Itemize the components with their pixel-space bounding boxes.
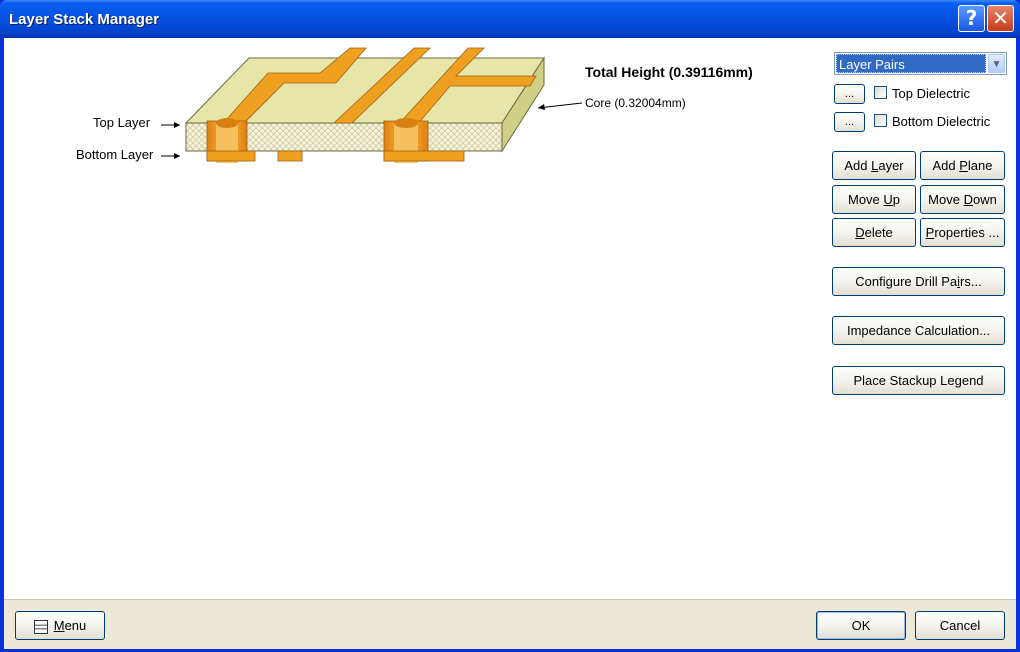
add-layer-button[interactable]: Add Layer [832,151,916,180]
bottom-pad-1 [206,150,256,162]
core-label: Core (0.32004mm) [585,96,686,110]
dialog-footer: Menu OK Cancel [4,599,1016,649]
layer-pairs-selected: Layer Pairs [836,54,986,73]
properties-text-rest: roperties ... [934,225,1000,240]
add-layer-text-rest: ayer [878,158,904,173]
properties-accel: P [925,225,935,240]
add-plane-button[interactable]: Add Plane [920,151,1005,180]
add-layer-text: Add [844,158,872,173]
chevron-down-icon[interactable]: ▼ [988,54,1005,73]
move-down-button[interactable]: Move Down [920,185,1005,214]
move-down-text: Move [928,192,964,207]
bottom-dielectric-checkbox[interactable] [874,114,887,127]
top-dielectric-label: Top Dielectric [892,86,971,101]
top-dielectric-checkbox[interactable] [874,86,887,99]
impedance-calculation-button[interactable]: Impedance Calculation... [832,316,1005,345]
add-plane-text-rest: lane [967,158,993,173]
ok-button[interactable]: OK [816,611,906,640]
total-height-label: Total Height (0.39116mm) [585,64,753,80]
core-arrow [537,102,583,109]
top-layer-arrowhead [174,122,180,128]
cancel-button[interactable]: Cancel [915,611,1005,640]
help-icon[interactable]: ? [958,5,985,32]
top-layer-label: Top Layer [93,115,151,130]
place-stackup-legend-button[interactable]: Place Stackup Legend [832,366,1005,395]
top-dielectric-browse-button[interactable]: ... [834,84,865,104]
bottom-layer-label: Bottom Layer [76,147,154,162]
delete-text-rest: elete [864,225,893,240]
layer-stack-manager-window: Layer Stack Manager ? ✕ Total Height (0.… [0,0,1020,652]
move-up-text-rest: p [892,192,901,207]
core-arrowhead [538,104,545,110]
add-plane-text: Add [932,158,960,173]
move-up-accel: U [883,192,893,207]
layer-pairs-dropdown[interactable]: Layer Pairs ▼ [834,52,1007,75]
close-icon[interactable]: ✕ [987,5,1014,32]
title-bar[interactable]: Layer Stack Manager ? ✕ [0,0,1020,38]
menu-accel: M [53,618,65,633]
move-down-text-rest: own [972,192,997,207]
configure-drill-text-rest: rs... [960,274,982,289]
delete-button[interactable]: Delete [832,218,916,247]
configure-drill-text: Configure Drill Pa [855,274,958,289]
properties-button[interactable]: Properties ... [920,218,1005,247]
bottom-pad-3 [383,150,465,162]
dialog-body: Total Height (0.39116mm) Core (0.32004mm… [4,38,1016,599]
menu-label: enu [64,618,87,633]
move-up-button[interactable]: Move Up [832,185,916,214]
move-down-accel: D [963,192,973,207]
menu-button[interactable]: Menu [15,611,105,640]
window-title: Layer Stack Manager [9,11,160,28]
add-plane-accel: P [959,158,968,173]
bottom-dielectric-browse-button[interactable]: ... [834,112,865,132]
delete-accel: D [855,225,865,240]
bottom-layer-arrowhead [174,153,180,159]
bottom-pad-2 [277,150,303,162]
bottom-dielectric-label: Bottom Dielectric [892,114,991,129]
move-up-text: Move [847,192,884,207]
menu-icon [33,619,48,634]
configure-drill-pairs-button[interactable]: Configure Drill Pairs... [832,267,1005,296]
